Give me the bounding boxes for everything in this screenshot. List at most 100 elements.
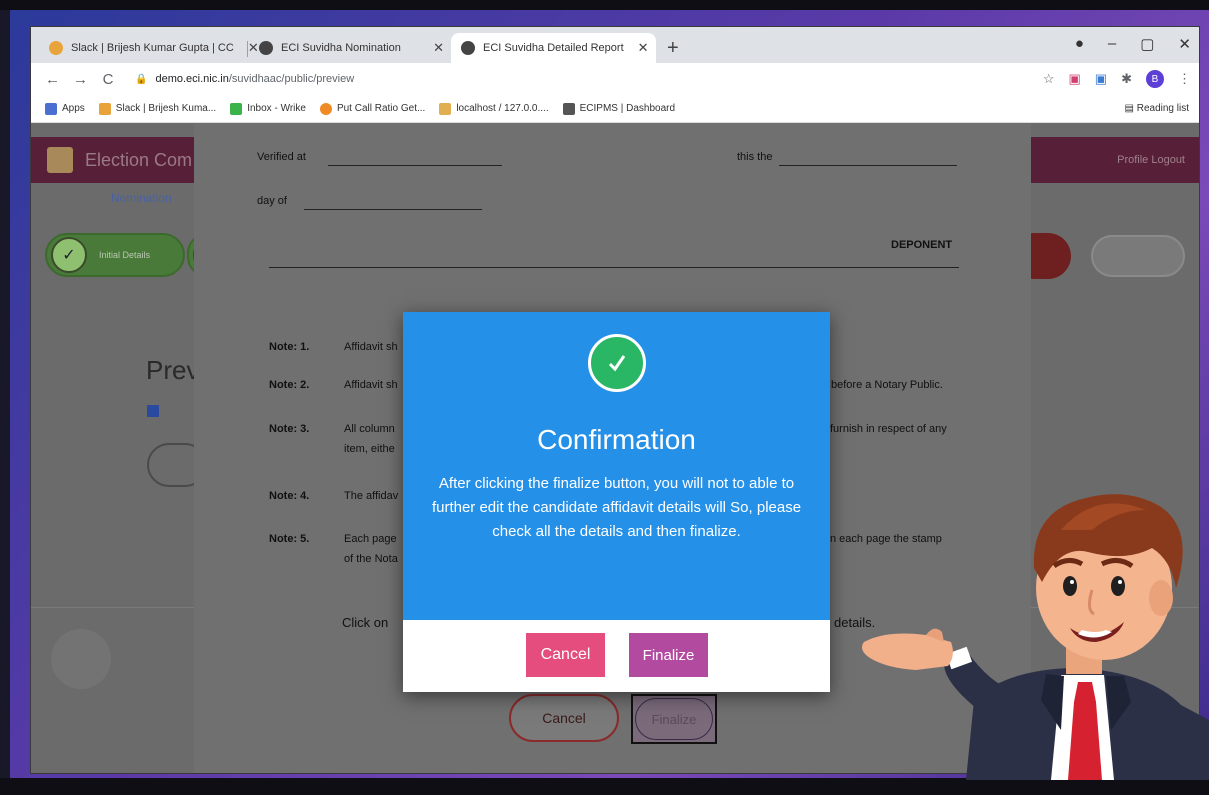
app-title: Election Com — [85, 150, 193, 170]
page-cancel-button[interactable]: Cancel — [509, 694, 619, 742]
bookmark-put-call[interactable]: Put Call Ratio Get... — [319, 102, 426, 115]
tab-label: Slack | Brijesh Kumar Gupta | CC — [71, 42, 234, 54]
this-the-line — [779, 165, 957, 166]
close-icon[interactable]: ✕ — [419, 40, 444, 56]
presenter-mascot-illustration — [862, 494, 1209, 780]
verified-at-label: Verified at — [257, 151, 306, 163]
day-of-line — [304, 209, 482, 210]
check-icon — [230, 102, 243, 115]
note-label: Note: 5. — [269, 533, 310, 545]
extension-icon[interactable]: ▣ — [1069, 71, 1081, 87]
check-icon: ✓ — [51, 237, 87, 273]
bookmark-label: Put Call Ratio Get... — [336, 103, 426, 114]
tab-detailed-report[interactable]: ECI Suvidha Detailed Report ✕ — [451, 33, 656, 63]
note-text-line2: of the Nota — [344, 553, 398, 565]
url-host: demo.eci.nic.in — [155, 73, 229, 85]
bookmark-label: Slack | Brijesh Kuma... — [115, 103, 217, 114]
bookmarks-bar: Apps Slack | Brijesh Kuma... Inbox - Wri… — [31, 95, 1199, 123]
navigation-bar: ← → C 🔒 demo.eci.nic.in/suvidhaac/public… — [31, 63, 1199, 95]
note-text: All column — [344, 423, 395, 435]
footer-logo — [51, 629, 111, 689]
bookmark-label: ECIPMS | Dashboard — [579, 103, 676, 114]
restore-icon[interactable]: ▢ — [1140, 35, 1154, 53]
eci-logo — [47, 147, 73, 173]
note-text: Each page — [344, 533, 397, 545]
menu-dots-icon[interactable]: ⋮ — [1178, 71, 1191, 87]
forward-icon[interactable]: → — [73, 71, 88, 88]
bookmark-label: localhost / 127.0.0.... — [456, 103, 549, 114]
modal-message: After clicking the finalize button, you … — [431, 475, 802, 540]
nomination-subnav[interactable]: Nomination — [111, 191, 172, 205]
slack-icon — [49, 41, 63, 55]
lock-icon: 🔒 — [135, 73, 148, 85]
deponent-label: DEPONENT — [891, 239, 953, 251]
confirmation-modal: Confirmation After clicking the finalize… — [403, 312, 830, 692]
extension-icon[interactable]: ▣ — [1095, 71, 1107, 87]
tab-nomination[interactable]: ECI Suvidha Nomination ✕ — [249, 33, 454, 63]
slack-icon — [98, 102, 111, 115]
back-icon[interactable]: ← — [45, 71, 60, 88]
this-the-label: this the — [737, 151, 773, 163]
note-label: Note: 1. — [269, 341, 310, 353]
bookmark-localhost[interactable]: localhost / 127.0.0.... — [439, 102, 549, 115]
step-initial-details[interactable]: ✓ Initial Details — [45, 233, 185, 277]
profile-logout-links[interactable]: Profile Logout — [1117, 154, 1185, 166]
address-bar[interactable]: 🔒 demo.eci.nic.in/suvidhaac/public/previ… — [135, 73, 354, 85]
verified-at-line — [328, 165, 502, 166]
note-text: The affidav — [344, 490, 399, 502]
note-text-right: before a Notary Public. — [831, 379, 943, 391]
window-controls: ● – ▢ ✕ — [1075, 35, 1191, 53]
bookmark-apps[interactable]: Apps — [45, 102, 85, 115]
globe-icon — [461, 41, 475, 55]
bookmark-ecipms[interactable]: ECIPMS | Dashboard — [562, 102, 676, 115]
preview-title: Prev — [146, 355, 200, 385]
frame-left-edge — [0, 10, 10, 780]
puzzle-icon[interactable]: ✱ — [1121, 71, 1132, 87]
apps-grid-icon — [45, 102, 57, 115]
finalize-button[interactable]: Finalize — [629, 633, 708, 677]
note-label: Note: 3. — [269, 423, 310, 435]
globe-icon — [259, 41, 273, 55]
dashboard-icon — [562, 102, 575, 115]
cancel-button[interactable]: Cancel — [526, 633, 605, 677]
day-of-label: day of — [257, 195, 287, 207]
step-label: Initial Details — [99, 249, 151, 260]
tab-label: ECI Suvidha Detailed Report — [483, 42, 624, 54]
click-on-text: Click on — [342, 615, 389, 630]
deponent-line — [269, 267, 959, 268]
note-text-line2: item, eithe — [344, 443, 395, 455]
tab-label: ECI Suvidha Nomination — [281, 42, 401, 54]
page-finalize-button[interactable]: Finalize — [631, 694, 717, 744]
note-label: Note: 4. — [269, 490, 310, 502]
frame-top-bar — [0, 0, 1209, 10]
note-text: Affidavit sh — [344, 379, 398, 391]
reading-list[interactable]: ▤ Reading list — [1125, 103, 1190, 114]
page-finalize-label: Finalize — [635, 698, 713, 740]
checkbox[interactable] — [147, 405, 159, 417]
close-window-icon[interactable]: ✕ — [1178, 35, 1191, 53]
bookmark-label: Inbox - Wrike — [247, 103, 306, 114]
note-text: Affidavit sh — [344, 341, 398, 353]
extension-icons: ☆ ▣ ▣ ✱ B ⋮ — [1043, 70, 1191, 88]
minimize-icon[interactable]: – — [1108, 35, 1116, 53]
new-tab-button[interactable]: + — [667, 37, 679, 60]
tab-separator — [247, 41, 248, 57]
bookmark-wrike[interactable]: Inbox - Wrike — [230, 102, 306, 115]
profile-avatar[interactable]: B — [1146, 70, 1164, 88]
tab-slack[interactable]: Slack | Brijesh Kumar Gupta | CC ✕ — [39, 33, 259, 63]
modal-title: Confirmation — [537, 424, 696, 455]
tab-strip: Slack | Brijesh Kumar Gupta | CC ✕ ECI S… — [31, 27, 1199, 63]
bookmark-slack[interactable]: Slack | Brijesh Kuma... — [98, 102, 217, 115]
success-check-icon — [588, 334, 646, 392]
orange-circle-icon — [319, 102, 332, 115]
step-pending[interactable] — [1091, 235, 1185, 277]
reading-list-label: Reading list — [1136, 103, 1189, 114]
modal-header: Confirmation After clicking the finalize… — [403, 312, 830, 620]
star-icon[interactable]: ☆ — [1043, 71, 1055, 87]
record-icon[interactable]: ● — [1075, 35, 1084, 53]
reload-icon[interactable]: C — [101, 71, 115, 88]
url-path: /suvidhaac/public/preview — [228, 73, 355, 85]
frame-bottom-bar — [0, 778, 1209, 795]
phpmyadmin-icon — [439, 102, 452, 115]
close-icon[interactable]: ✕ — [624, 40, 649, 56]
